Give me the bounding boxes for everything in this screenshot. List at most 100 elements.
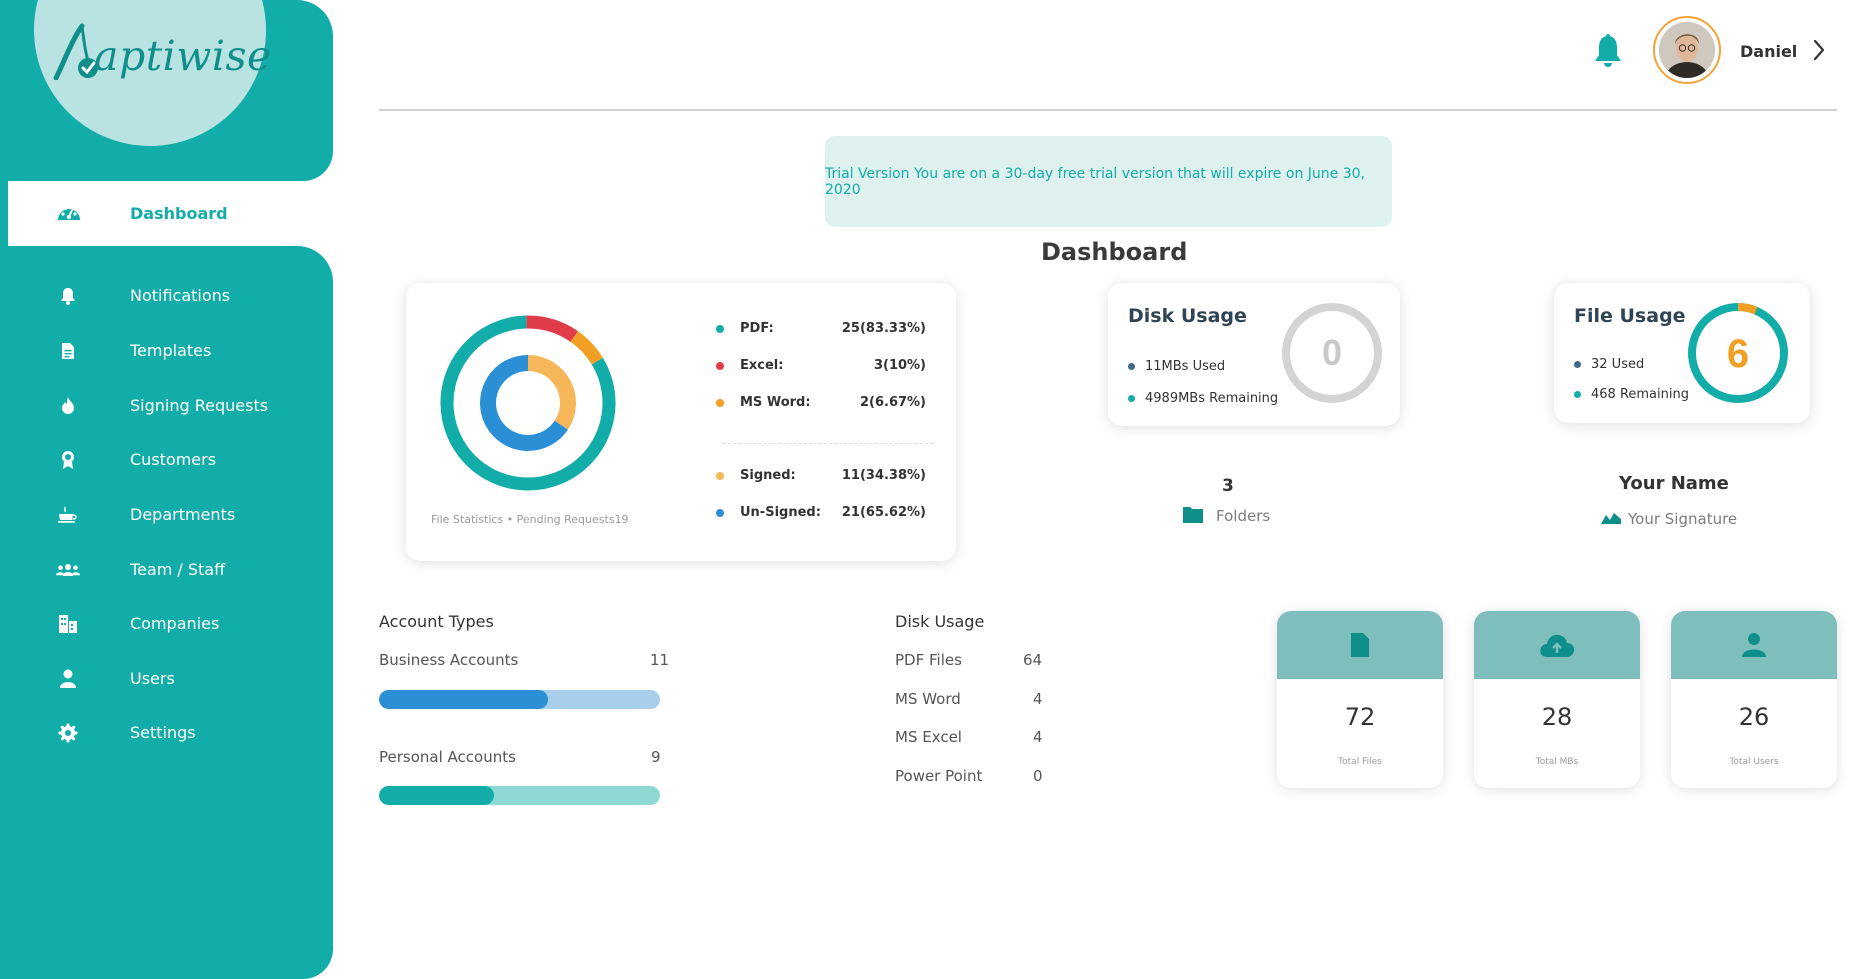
sidebar-item-users[interactable]: Users (0, 659, 333, 699)
legend-dot (716, 362, 724, 370)
sidebar-item-customers[interactable]: Customers (0, 440, 333, 480)
stat-row-pdf: PDF: 25(83.33%) (716, 319, 926, 339)
sidebar-item-signing-requests[interactable]: Signing Requests (0, 386, 333, 426)
legend-dot (1128, 395, 1135, 402)
stat-row-excel: Excel: 3(10%) (716, 356, 926, 376)
trial-banner: Trial Version You are on a 30-day free t… (825, 136, 1392, 227)
pdf-files-value: 64 (1023, 651, 1043, 669)
stat-value: 2(6.67%) (859, 395, 926, 410)
stat-row-unsigned: Un-Signed: 21(65.62%) (716, 503, 926, 523)
donut-slice-ms-word[interactable] (570, 331, 603, 365)
signature-name: Your Name (1619, 473, 1729, 494)
bar-fill (379, 690, 548, 709)
page-title: Dashboard (1041, 238, 1188, 266)
ms-word-value: 4 (1033, 690, 1043, 708)
signature-link[interactable]: Your Signature (1628, 510, 1737, 528)
sidebar-item-label: Team / Staff (130, 560, 226, 579)
sidebar-item-label: Customers (130, 450, 217, 469)
sidebar-item-departments[interactable]: Departments (0, 495, 333, 535)
file-statistics-card: File Statistics • Pending Requests19 PDF… (406, 283, 956, 561)
stat-name: Excel: (740, 358, 784, 373)
sidebar-item-settings[interactable]: Settings (0, 713, 333, 753)
file-remaining-text: 468 Remaining (1591, 387, 1689, 402)
stat-row-signed: Signed: 11(34.38%) (716, 466, 926, 486)
ms-excel-label: MS Excel (895, 728, 962, 746)
avatar-photo (1659, 22, 1715, 78)
user-icon (1742, 633, 1766, 657)
legend-dot (716, 325, 724, 333)
stat-value: 25(83.33%) (841, 321, 926, 336)
business-accounts-label: Business Accounts (379, 651, 519, 669)
disk-remaining-legend: 4989MBs Remaining (1128, 391, 1278, 406)
total-files-label: Total Files (1338, 757, 1382, 767)
ms-word-label: MS Word (895, 690, 961, 708)
total-users-value: 26 (1738, 703, 1770, 731)
file-usage-title: File Usage (1574, 305, 1686, 327)
sidebar-item-dashboard[interactable]: Dashboard (8, 181, 348, 246)
legend-dot (1574, 361, 1581, 368)
cloud-upload-icon (1540, 634, 1575, 657)
award-icon (56, 448, 80, 472)
sidebar-header: aptiwise (0, 0, 333, 181)
donut-slice-excel[interactable] (526, 315, 578, 342)
sidebar-item-label: Users (130, 669, 175, 688)
stat-value: 3(10%) (873, 358, 926, 373)
sidebar-item-label: Dashboard (130, 204, 228, 223)
file-usage-gauge: 6 (1688, 303, 1788, 403)
stat-name: Signed: (740, 468, 796, 483)
user-icon (56, 667, 80, 691)
total-users-label: Total Users (1729, 757, 1779, 767)
disk-gauge-value: 0 (1322, 332, 1342, 373)
file-statistics-caption: File Statistics • Pending Requests19 (431, 513, 629, 526)
user-avatar[interactable] (1653, 16, 1721, 84)
pdf-files-label: PDF Files (895, 651, 962, 669)
file-used-legend: 32 Used (1574, 357, 1644, 372)
total-mbs-value: 28 (1541, 703, 1573, 731)
document-icon (56, 339, 80, 363)
sidebar-item-label: Notifications (130, 286, 231, 305)
flame-icon (56, 394, 80, 418)
user-name[interactable]: Daniel (1740, 42, 1797, 61)
total-mbs-label: Total MBs (1535, 757, 1579, 767)
file-gauge-value: 6 (1727, 332, 1749, 376)
disk-used-legend: 11MBs Used (1128, 359, 1225, 374)
personal-accounts-value: 9 (651, 748, 661, 766)
trial-banner-text: Trial Version You are on a 30-day free t… (825, 165, 1365, 198)
logo-mark-icon (53, 23, 98, 80)
business-accounts-bar (379, 690, 660, 709)
sidebar-item-companies[interactable]: Companies (0, 604, 333, 644)
file-statistics-donut-chart (440, 315, 616, 491)
signature-icon (1601, 513, 1621, 524)
folders-link[interactable]: Folders (1216, 507, 1270, 525)
buildings-icon (56, 612, 80, 636)
disk-usage-title: Disk Usage (1128, 305, 1247, 327)
chevron-right-icon[interactable] (1812, 38, 1826, 62)
file-usage-card: File Usage 32 Used 468 Remaining 6 (1554, 283, 1810, 423)
tile-header (1671, 611, 1837, 679)
sidebar-item-label: Templates (130, 341, 212, 360)
tile-header (1474, 611, 1640, 679)
folder-icon[interactable] (1182, 504, 1204, 524)
stat-name: MS Word: (740, 395, 811, 410)
sidebar-item-label: Settings (130, 723, 196, 742)
coffee-cup-icon (56, 503, 80, 527)
total-files-tile[interactable]: 72 Total Files (1277, 611, 1443, 788)
personal-accounts-bar (379, 786, 660, 805)
file-remaining-legend: 468 Remaining (1574, 387, 1689, 402)
disk-usage-list-title: Disk Usage (895, 612, 985, 631)
notifications-bell-icon[interactable] (1594, 34, 1622, 68)
sidebar-item-notifications[interactable]: Notifications (0, 276, 333, 316)
business-accounts-value: 11 (650, 651, 670, 669)
personal-accounts-label: Personal Accounts (379, 748, 516, 766)
legend-dot (716, 472, 724, 480)
total-mbs-tile[interactable]: 28 Total MBs (1474, 611, 1640, 788)
total-users-tile[interactable]: 26 Total Users (1671, 611, 1837, 788)
sidebar-item-team-staff[interactable]: Team / Staff (0, 550, 333, 590)
file-icon (1351, 633, 1369, 657)
brand-logo[interactable]: aptiwise (52, 22, 272, 80)
sidebar-item-templates[interactable]: Templates (0, 331, 333, 371)
stat-row-ms-word: MS Word: 2(6.67%) (716, 393, 926, 413)
donut-slice-signed[interactable] (527, 355, 576, 430)
header-divider (379, 109, 1837, 111)
gear-icon (56, 721, 80, 745)
